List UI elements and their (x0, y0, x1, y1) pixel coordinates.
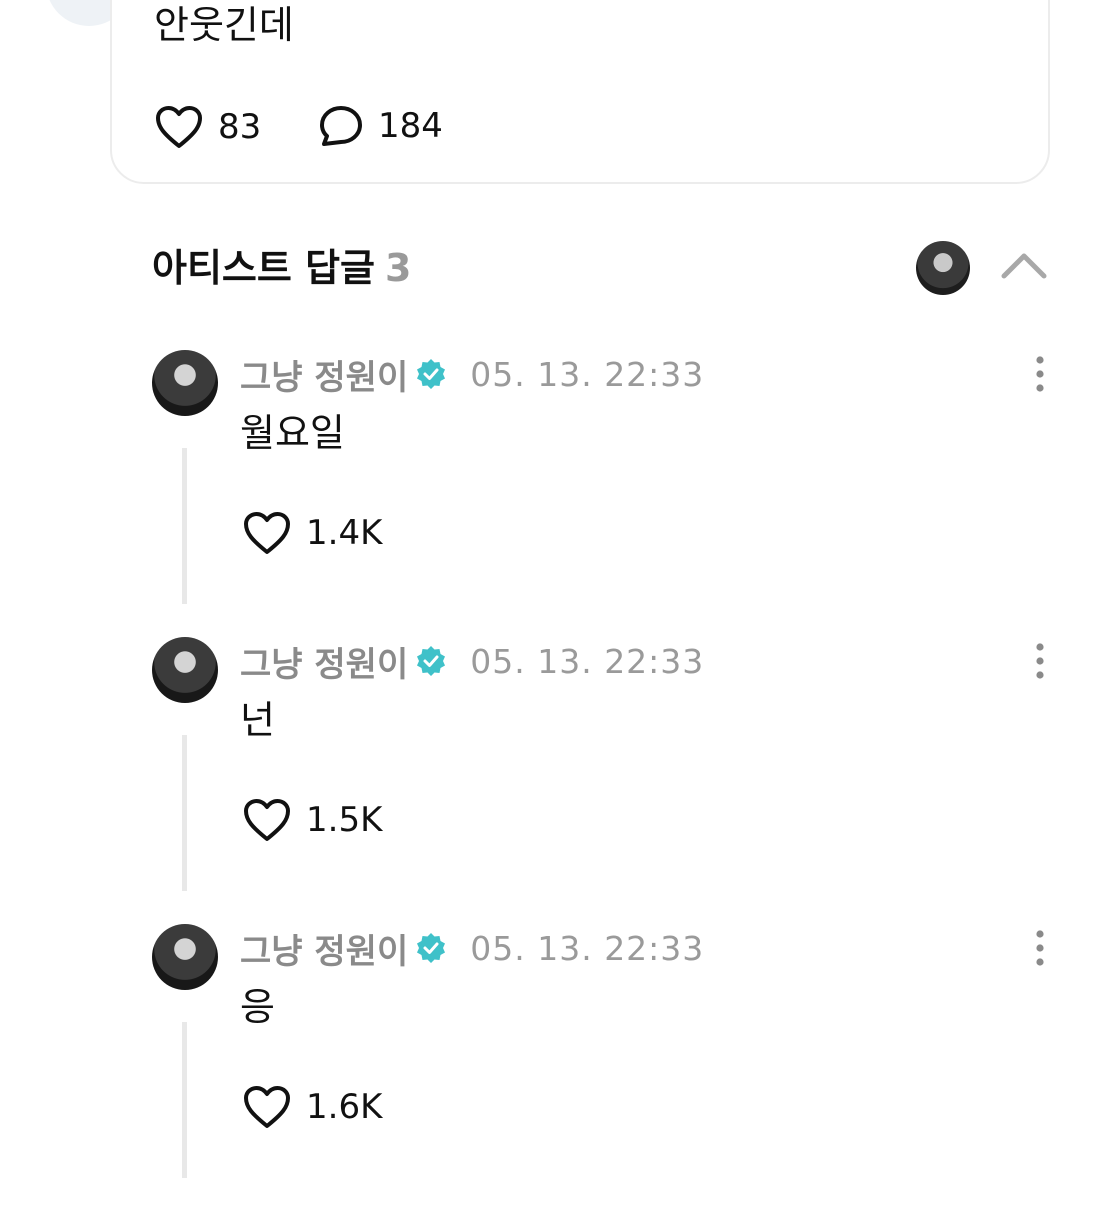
thread-line (182, 448, 187, 604)
reply-author-name[interactable]: 그냥 정원이 (240, 350, 408, 399)
artist-replies-header: 아티스트 답글 3 (152, 244, 411, 292)
reply-timestamp: 05. 13. 22:33 (470, 928, 705, 968)
reply-like-count: 1.6K (306, 1087, 383, 1127)
verified-badge-icon (416, 933, 446, 963)
reply-author-avatar[interactable] (152, 637, 218, 703)
reply-meta: 그냥 정원이 05. 13. 22:33 (240, 350, 705, 399)
artist-replies-title: 아티스트 답글 (152, 246, 375, 290)
post-like-button[interactable]: 83 (154, 104, 261, 150)
reply-like-count: 1.4K (306, 513, 383, 553)
post-comment-count: 184 (378, 106, 443, 146)
thread-line (182, 735, 187, 891)
reply-text: 넌 (240, 698, 275, 742)
heart-icon (244, 799, 290, 841)
collapse-button[interactable] (998, 246, 1050, 286)
reply-author-avatar[interactable] (152, 924, 218, 990)
comment-bubble-icon (320, 106, 362, 146)
reply-author-avatar[interactable] (152, 350, 218, 416)
more-options-icon[interactable] (1030, 354, 1050, 394)
reply-item: 그냥 정원이 05. 13. 22:33 응 1.6K (0, 924, 1095, 1212)
heart-icon (244, 512, 290, 554)
reply-timestamp: 05. 13. 22:33 (470, 354, 705, 394)
reply-meta: 그냥 정원이 05. 13. 22:33 (240, 637, 705, 686)
reply-like-button[interactable]: 1.4K (242, 510, 382, 556)
artist-replies-count: 3 (385, 246, 412, 290)
reply-like-button[interactable]: 1.6K (242, 1084, 382, 1130)
thread-line (182, 1022, 187, 1178)
heart-icon (244, 1086, 290, 1128)
artist-avatar[interactable] (916, 241, 970, 295)
post-comment-button[interactable]: 184 (318, 104, 443, 148)
verified-badge-icon (416, 646, 446, 676)
reply-like-button[interactable]: 1.5K (242, 797, 382, 843)
reply-text: 응 (240, 985, 275, 1029)
more-options-icon[interactable] (1030, 928, 1050, 968)
reply-text: 월요일 (240, 411, 345, 455)
reply-author-name[interactable]: 그냥 정원이 (240, 924, 408, 973)
reply-item: 그냥 정원이 05. 13. 22:33 월요일 1.4K (0, 350, 1095, 638)
reply-item: 그냥 정원이 05. 13. 22:33 넌 1.5K (0, 637, 1095, 925)
chevron-up-icon (1001, 253, 1047, 279)
reply-like-count: 1.5K (306, 800, 383, 840)
reply-timestamp: 05. 13. 22:33 (470, 641, 705, 681)
heart-icon (156, 106, 202, 148)
reply-meta: 그냥 정원이 05. 13. 22:33 (240, 924, 705, 973)
more-options-icon[interactable] (1030, 641, 1050, 681)
reply-author-name[interactable]: 그냥 정원이 (240, 637, 408, 686)
post-like-count: 83 (218, 107, 262, 147)
verified-badge-icon (416, 359, 446, 389)
post-text: 안웃긴데 (154, 3, 294, 47)
